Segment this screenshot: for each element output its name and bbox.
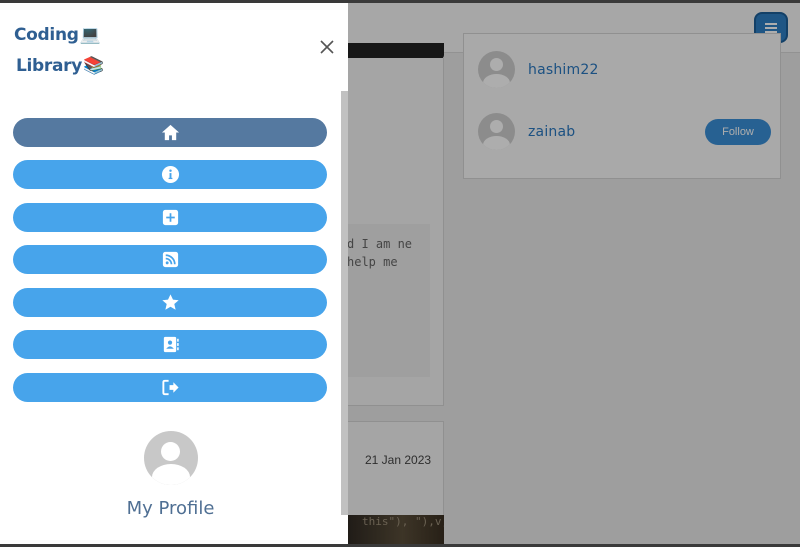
menu-item-contacts[interactable] <box>13 330 327 359</box>
brand-line-coding: Coding 💻 <box>14 25 104 45</box>
profile-label: My Profile <box>126 498 215 519</box>
logout-icon <box>161 379 179 396</box>
post-date: 21 Jan 2023 <box>365 453 432 467</box>
rss-icon <box>162 251 178 268</box>
home-icon <box>161 124 179 141</box>
avatar <box>478 113 515 150</box>
close-button[interactable] <box>318 38 336 56</box>
user-name[interactable]: hashim22 <box>528 62 599 78</box>
post-image-code: this"), "),v,xo <box>362 515 444 528</box>
brand-text: Library <box>16 56 83 76</box>
info-icon <box>161 165 179 184</box>
books-icon: 📚 <box>83 56 104 76</box>
user-row[interactable]: hashim22 <box>478 51 599 88</box>
plus-square-icon <box>162 209 178 226</box>
menu-item-create-post[interactable] <box>13 203 327 232</box>
menu-item-home[interactable] <box>13 118 327 147</box>
scrollbar[interactable] <box>341 91 348 515</box>
contacts-icon <box>163 336 179 353</box>
post-header-bar <box>340 43 444 59</box>
brand-line-library: Library 📚 <box>16 56 104 76</box>
brand-text: Coding <box>14 25 79 45</box>
menu-item-logout[interactable] <box>13 373 327 402</box>
post-text: d I am ne help me <box>347 237 413 269</box>
close-icon <box>320 40 334 54</box>
menu-item-about[interactable] <box>13 160 327 189</box>
follow-button[interactable]: Follow <box>705 119 771 145</box>
brand-logo[interactable]: Coding 💻 Library 📚 <box>14 25 104 76</box>
star-icon <box>161 294 179 310</box>
post-image: this"), "),v,xo <box>340 515 444 544</box>
my-profile-link[interactable]: My Profile <box>0 431 341 519</box>
menu-item-favorites[interactable] <box>13 288 327 317</box>
avatar <box>143 431 198 485</box>
suggested-users-card: hashim22 zainab Follow <box>463 33 781 179</box>
menu-item-feed[interactable] <box>13 245 327 274</box>
user-name[interactable]: zainab <box>528 124 575 140</box>
sidebar: Coding 💻 Library 📚 My Profile <box>0 3 348 544</box>
user-row[interactable]: zainab <box>478 113 575 150</box>
laptop-icon: 💻 <box>79 25 101 45</box>
avatar <box>478 51 515 88</box>
